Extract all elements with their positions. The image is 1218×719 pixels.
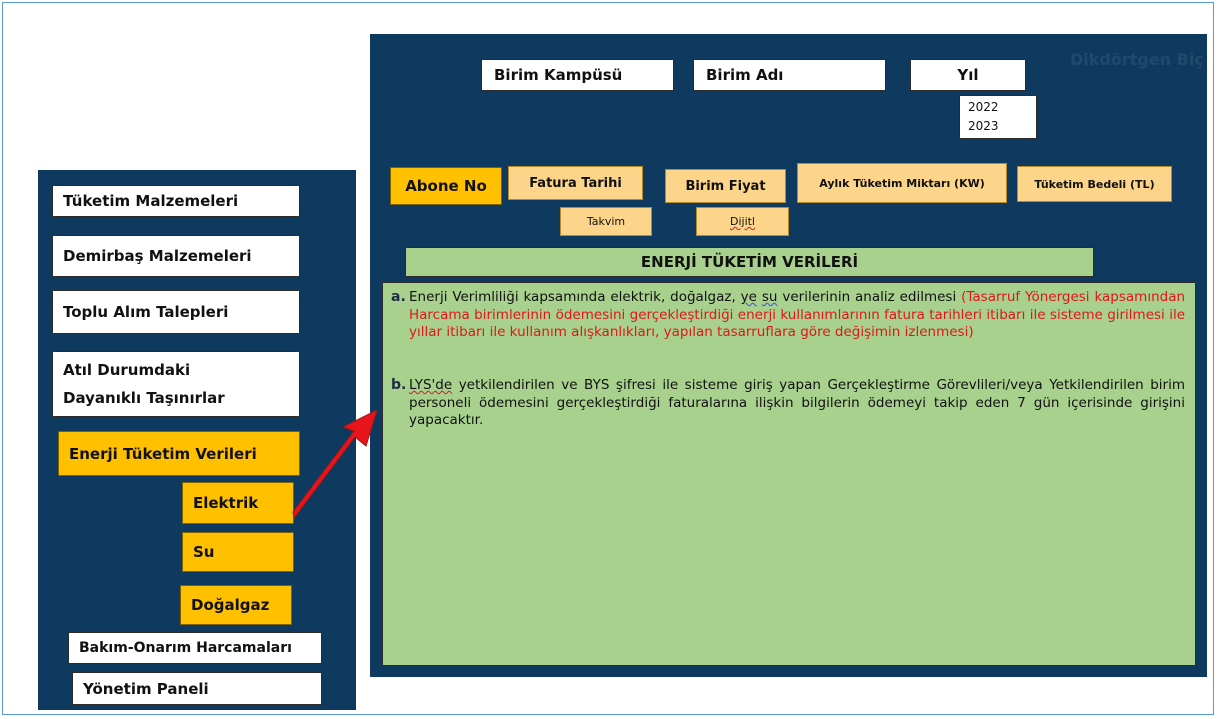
unit-name-label: Birim Adı xyxy=(706,66,784,84)
unit-price-label: Birim Fiyat xyxy=(685,178,766,194)
sidebar-item-label: Tüketim Malzemeleri xyxy=(63,192,239,210)
note-marker: b. xyxy=(391,377,407,393)
sidebar-subitem-su[interactable]: Su xyxy=(182,532,294,572)
calendar-field[interactable]: Takvim xyxy=(560,207,652,236)
note-a-text-4: verilerinin analiz edilmesi xyxy=(782,289,957,305)
sidebar-item-label: Su xyxy=(193,543,215,561)
sidebar-item-tuketim-malzemeleri[interactable]: Tüketim Malzemeleri xyxy=(52,185,300,217)
year-dropdown-list[interactable]: 2022 2023 xyxy=(959,95,1037,139)
campus-field[interactable]: Birim Kampüsü xyxy=(481,59,674,91)
sidebar-item-demirbas-malzemeleri[interactable]: Demirbaş Malzemeleri xyxy=(52,235,300,277)
year-option[interactable]: 2023 xyxy=(968,117,999,136)
notes-box: a. Enerji Verimliliği kapsamında elektri… xyxy=(382,282,1196,666)
sidebar-subitem-dogalgaz[interactable]: Doğalgaz xyxy=(180,585,292,625)
campus-label: Birim Kampüsü xyxy=(494,66,623,84)
digital-label: Dijitl xyxy=(729,215,755,228)
sidebar-item-label: Yönetim Paneli xyxy=(83,679,209,698)
note-item-b: b. LYS'de yetkilendirilen ve BYS şifresi… xyxy=(391,377,1185,430)
sidebar-item-label-line1: Atıl Durumdaki xyxy=(63,361,191,379)
note-marker: a. xyxy=(391,289,406,305)
invoice-date-field[interactable]: Fatura Tarihi xyxy=(508,166,643,200)
sidebar-item-enerji-tuketim-verileri[interactable]: Enerji Tüketim Verileri xyxy=(58,431,300,476)
sidebar-item-toplu-alim-talepleri[interactable]: Toplu Alım Talepleri xyxy=(52,290,300,334)
section-title-text: ENERJİ TÜKETİM VERİLERİ xyxy=(640,253,859,271)
note-b-text-1: LYS'de xyxy=(409,377,453,393)
sidebar-item-label-line2: Dayanıklı Taşınırlar xyxy=(63,389,225,407)
sidebar-subitem-elektrik[interactable]: Elektrik xyxy=(182,482,294,524)
sidebar-item-yonetim-paneli[interactable]: Yönetim Paneli xyxy=(72,672,322,705)
unit-name-field[interactable]: Birim Adı xyxy=(693,59,886,91)
note-a-text-3: su xyxy=(761,289,778,305)
sidebar-panel: Tüketim Malzemeleri Demirbaş Malzemeleri… xyxy=(38,170,356,710)
consumption-cost-label: Tüketim Bedeli (TL) xyxy=(1034,177,1155,191)
sidebar-item-label: Doğalgaz xyxy=(191,596,270,614)
note-a-text-1: Enerji Verimliliği kapsamında elektrik, … xyxy=(409,289,736,305)
sidebar-item-atil-durumdaki[interactable]: Atıl Durumdaki Dayanıklı Taşınırlar xyxy=(52,351,300,417)
monthly-consumption-field[interactable]: Aylık Tüketim Miktarı (KW) xyxy=(797,163,1007,203)
note-item-a: a. Enerji Verimliliği kapsamında elektri… xyxy=(391,289,1185,342)
subscriber-no-label: Abone No xyxy=(405,177,487,195)
digital-field[interactable]: Dijitl xyxy=(696,207,789,236)
note-b-text-2: yetkilendirilen ve BYS şifresi ile siste… xyxy=(409,377,1185,428)
note-a-text-2: ye xyxy=(740,289,757,305)
year-field[interactable]: Yıl xyxy=(910,59,1026,91)
sidebar-item-bakim-onarim[interactable]: Bakım-Onarım Harcamaları xyxy=(68,632,322,664)
consumption-cost-field[interactable]: Tüketim Bedeli (TL) xyxy=(1017,166,1172,202)
calendar-label: Takvim xyxy=(586,215,626,228)
section-title: ENERJİ TÜKETİM VERİLERİ xyxy=(405,247,1094,277)
invoice-date-label: Fatura Tarihi xyxy=(529,175,622,191)
sidebar-item-label: Bakım-Onarım Harcamaları xyxy=(79,640,292,656)
monthly-consumption-label: Aylık Tüketim Miktarı (KW) xyxy=(819,176,985,190)
subscriber-no-field[interactable]: Abone No xyxy=(390,167,502,205)
year-option[interactable]: 2022 xyxy=(968,98,999,117)
sidebar-item-label: Enerji Tüketim Verileri xyxy=(69,444,257,463)
unit-price-field[interactable]: Birim Fiyat xyxy=(665,169,786,203)
sidebar-item-label: Elektrik xyxy=(193,494,259,512)
main-panel: Dikdörtgen Biç Birim Kampüsü Birim Adı Y… xyxy=(370,34,1207,677)
sidebar-item-label: Toplu Alım Talepleri xyxy=(63,303,229,321)
sidebar-item-label: Demirbaş Malzemeleri xyxy=(63,247,252,265)
year-label: Yıl xyxy=(957,66,979,84)
ghost-shape-label: Dikdörtgen Biç xyxy=(1070,50,1204,69)
